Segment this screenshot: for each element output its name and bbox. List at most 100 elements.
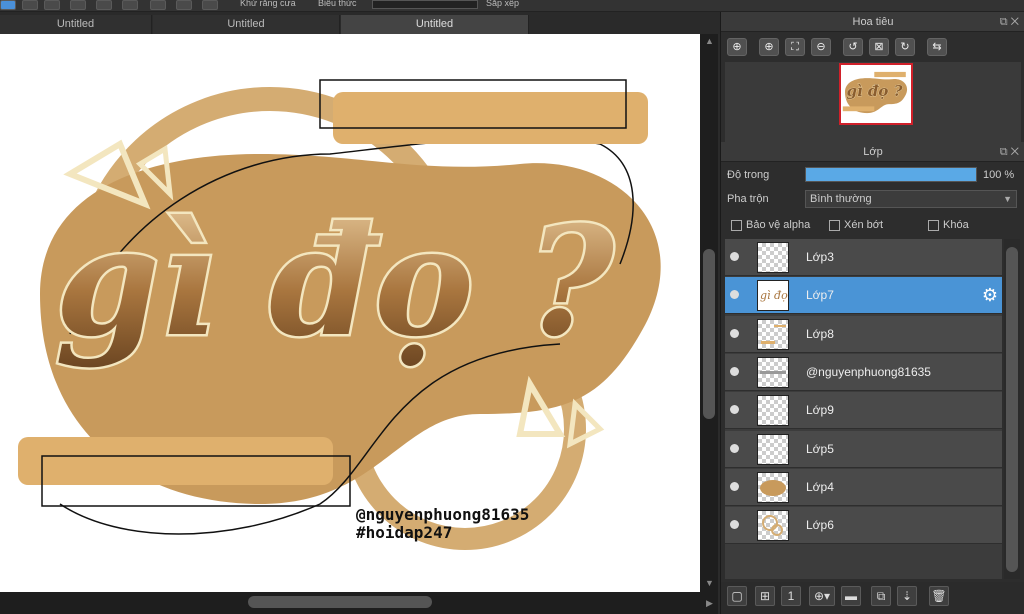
- opacity-label: Độ trong: [727, 169, 770, 181]
- table-tool-icon[interactable]: [44, 0, 60, 10]
- scroll-right-icon[interactable]: ▶: [706, 598, 713, 609]
- delete-layer-icon[interactable]: 🗑: [929, 586, 949, 606]
- layer-thumbnail: gì đọ: [757, 280, 789, 312]
- blend-label: Pha trộn: [727, 193, 769, 205]
- layer-list-scrollbar[interactable]: [1004, 239, 1020, 579]
- tab-untitled-3[interactable]: Untitled: [341, 15, 529, 34]
- layer-name: Lớp9: [806, 403, 834, 418]
- lettering-text: gì đọ ?: [55, 194, 616, 370]
- visibility-eye-icon[interactable]: [730, 520, 739, 530]
- layer-scroll-thumb[interactable]: [1006, 247, 1018, 572]
- layer-row[interactable]: Lớp9: [725, 392, 1002, 430]
- horizontal-scroll-thumb[interactable]: [248, 596, 432, 608]
- expression-input[interactable]: [372, 0, 478, 9]
- layer-row[interactable]: Lớp5: [725, 430, 1002, 468]
- new-folder-icon[interactable]: ▬: [841, 586, 861, 606]
- add-layer-menu-icon[interactable]: ⊕▾: [809, 586, 835, 606]
- layer-panel-header: Lớp ⧉ ✕: [721, 142, 1024, 162]
- layer-row[interactable]: Lớp8: [725, 315, 1002, 353]
- pen-tool-icon[interactable]: [22, 0, 38, 10]
- scroll-down-icon[interactable]: ▼: [705, 578, 714, 588]
- rotate-right-icon[interactable]: ↻: [895, 38, 915, 56]
- layer-row[interactable]: gì đọ Lớp7 ⚙: [725, 277, 1002, 315]
- visibility-eye-icon[interactable]: [730, 290, 739, 300]
- arrange-label[interactable]: Sắp xếp: [486, 0, 519, 8]
- layer-thumbnail: [757, 471, 789, 503]
- circle-tool-icon[interactable]: [122, 0, 138, 10]
- new-layer-icon[interactable]: ▢: [727, 586, 747, 606]
- merge-layer-icon[interactable]: ⇣: [897, 586, 917, 606]
- expression-label: Biểu thức: [318, 0, 357, 8]
- zoom-in-icon[interactable]: ⊕: [727, 38, 747, 56]
- navigator-title: Hoa tiêu: [852, 16, 894, 28]
- tab-untitled-2[interactable]: Untitled: [153, 15, 340, 34]
- brush-tool-icon[interactable]: [0, 0, 16, 10]
- layer-name: Lớp5: [806, 441, 834, 456]
- layer-name: Lớp8: [806, 326, 834, 341]
- navigator-header: Hoa tiêu ⧉ ✕: [721, 12, 1024, 32]
- ellipse-tool-icon[interactable]: [96, 0, 112, 10]
- visibility-eye-icon[interactable]: [730, 405, 739, 415]
- zoom-out-icon[interactable]: ⊖: [811, 38, 831, 56]
- panel-window-icons[interactable]: ⧉ ✕: [1000, 12, 1019, 32]
- vertical-scroll-thumb[interactable]: [703, 249, 715, 419]
- lock-checkbox[interactable]: Khóa: [928, 218, 969, 232]
- visibility-eye-icon[interactable]: [730, 252, 739, 261]
- new-layer-8bit-icon[interactable]: ⊞: [755, 586, 775, 606]
- snap-icon[interactable]: [176, 0, 192, 10]
- bar-top: [333, 92, 648, 144]
- navigator-thumbnail[interactable]: gì đọ ?: [839, 63, 913, 125]
- tab-untitled-1[interactable]: Untitled: [0, 15, 152, 34]
- rotate-left-icon[interactable]: ↺: [843, 38, 863, 56]
- protect-alpha-checkbox[interactable]: Bảo vệ alpha: [731, 218, 810, 232]
- top-toolbar: Khử răng cưa Biểu thức Sắp xếp: [0, 0, 1024, 12]
- layer-name: Lớp3: [806, 250, 834, 264]
- new-layer-1bit-icon[interactable]: 1: [781, 586, 801, 606]
- opacity-value: 100 %: [983, 169, 1015, 181]
- layer-thumbnail: [757, 395, 789, 427]
- layer-row[interactable]: Lớp4: [725, 468, 1002, 506]
- layer-tools-bar: ▢ ⊞ 1 ⊕▾ ▬ ⧉ ⇣ 🗑: [721, 582, 1024, 614]
- layer-name: Lớp4: [806, 479, 834, 494]
- svg-text:gì đọ: gì đọ: [760, 289, 788, 302]
- duplicate-layer-icon[interactable]: ⧉: [871, 586, 891, 606]
- layer-row[interactable]: Lớp6: [725, 507, 1002, 545]
- panel-window-icons[interactable]: ⧉ ✕: [1000, 142, 1019, 162]
- canvas-vertical-scrollbar[interactable]: ▲ ▼: [700, 34, 718, 592]
- line-tool-icon[interactable]: [70, 0, 86, 10]
- visibility-eye-icon[interactable]: [730, 443, 739, 453]
- right-panel: Hoa tiêu ⧉ ✕ ⊕ ⊕ ⛶ ⊖ ↺ ⊠ ↻ ⇆ gì đọ ? Lớp…: [720, 12, 1024, 614]
- canvas-horizontal-scrollbar[interactable]: ▶: [0, 592, 718, 614]
- visibility-eye-icon[interactable]: [730, 328, 739, 338]
- artwork: gì đọ ? @nguyenphuong81635 #hoidap247: [18, 79, 661, 550]
- layer-thumbnail: [757, 318, 789, 350]
- layer-row[interactable]: Lớp3: [725, 239, 1002, 276]
- document-tabs: Untitled Untitled Untitled: [0, 12, 720, 34]
- credit-hashtag: #hoidap247: [356, 523, 452, 542]
- layer-settings-gear-icon[interactable]: ⚙: [982, 285, 998, 306]
- opacity-slider[interactable]: [805, 167, 977, 182]
- layer-row[interactable]: @nguyenphuong81635: [725, 353, 1002, 391]
- flip-icon[interactable]: ⇆: [927, 38, 947, 56]
- layer-name: @nguyenphuong81635: [806, 364, 931, 379]
- layer-list: Lớp3 gì đọ Lớp7 ⚙ Lớp8 @nguyenphuong81635 Lớp9…: [725, 239, 1002, 579]
- lasso-tool-icon[interactable]: [150, 0, 166, 10]
- chevron-down-icon: ▼: [1003, 194, 1012, 204]
- scroll-up-icon[interactable]: ▲: [705, 36, 714, 46]
- layer-name: Lớp7: [806, 288, 834, 303]
- visibility-eye-icon[interactable]: [730, 366, 739, 376]
- drawing-canvas[interactable]: gì đọ ? @nguyenphuong81635 #hoidap247: [0, 34, 700, 592]
- antialias-label[interactable]: Khử răng cưa: [240, 0, 296, 8]
- opacity-slider-fill: [806, 168, 976, 181]
- settings-icon[interactable]: [202, 0, 218, 10]
- clipping-checkbox[interactable]: Xén bớt: [829, 218, 883, 232]
- svg-text:gì đọ ?: gì đọ ?: [847, 82, 903, 100]
- visibility-eye-icon[interactable]: [730, 481, 739, 491]
- blend-mode-select[interactable]: Bình thường ▼: [805, 190, 1017, 208]
- fit-icon[interactable]: ⛶: [785, 38, 805, 56]
- reset-icon[interactable]: ⊠: [869, 38, 889, 56]
- layer-thumbnail: [757, 433, 789, 465]
- navigator-preview-area[interactable]: gì đọ ?: [725, 62, 1021, 142]
- zoom-in-icon[interactable]: ⊕: [759, 38, 779, 56]
- layer-panel-title: Lớp: [863, 146, 883, 158]
